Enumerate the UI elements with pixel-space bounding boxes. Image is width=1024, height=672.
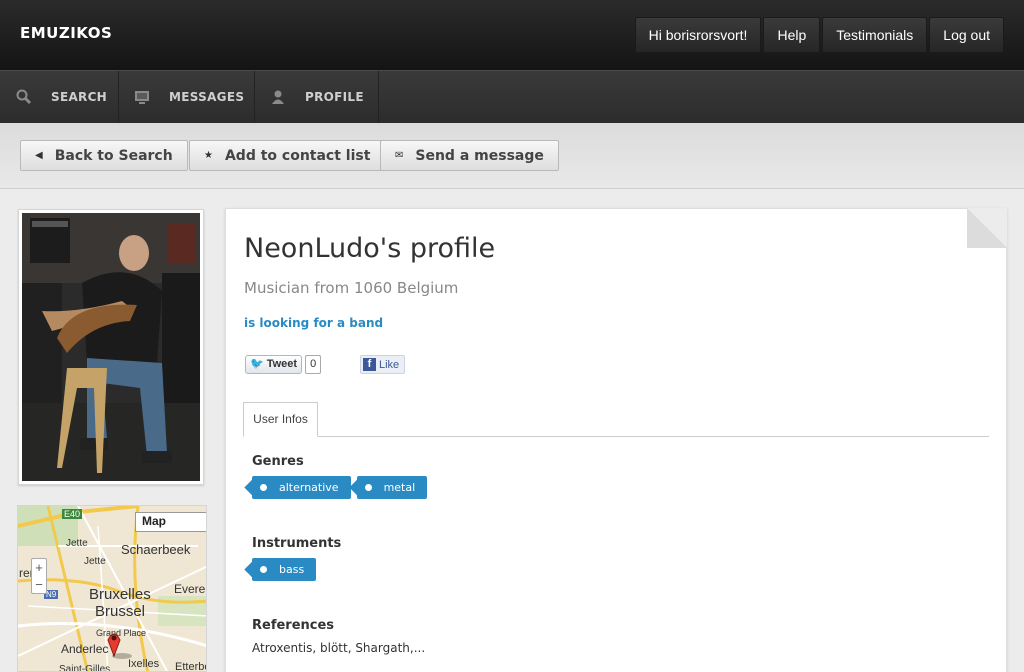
map-label-saint-gilles: Saint-Gilles (59, 664, 111, 672)
tabs-divider (243, 436, 989, 437)
site-logo[interactable]: EMUZIKOS (20, 24, 112, 42)
tweet-count: 0 (305, 355, 322, 374)
chevron-left-icon: ◀ (35, 150, 43, 161)
facebook-like-button[interactable]: f Like (360, 355, 406, 374)
nav-profile-label: PROFILE (305, 90, 364, 104)
genres-tag-list: alternative metal (252, 476, 428, 499)
map-label-ixelles: Ixelles (128, 658, 160, 670)
facebook-icon: f (363, 358, 376, 371)
map-label-anderlecht: Anderlec (61, 642, 109, 656)
profile-title: NeonLudo's profile (244, 233, 496, 264)
nav-profile[interactable]: PROFILE (255, 71, 379, 123)
location-map[interactable]: E40 Jette Jette Schaerbeek ren Evere Bru… (17, 505, 207, 672)
page-fold-corner (967, 208, 1007, 248)
map-label-grand-place: Grand Place (96, 628, 147, 638)
map-type-value: Map (142, 514, 166, 528)
genre-tag[interactable]: metal (356, 476, 428, 499)
genre-tag[interactable]: alternative (252, 476, 351, 499)
map-zoom-control: + − (31, 558, 47, 594)
instruments-heading: Instruments (252, 536, 342, 551)
genres-heading: Genres (252, 454, 304, 469)
nav-search[interactable]: SEARCH (0, 71, 119, 123)
nav-messages-label: MESSAGES (169, 90, 245, 104)
testimonials-link[interactable]: Testimonials (822, 17, 928, 53)
action-bar: ◀ Back to Search ★ Add to contact list ✉… (0, 123, 1024, 189)
profile-card: NeonLudo's profile Musician from 1060 Be… (225, 208, 1007, 672)
map-label-etterbeek: Etterbe (175, 661, 207, 672)
references-text: Atroxentis, blött, Shargath,... (252, 641, 426, 655)
zoom-in-button[interactable]: + (32, 559, 46, 576)
send-message-button[interactable]: ✉ Send a message (380, 140, 559, 171)
top-links: Hi borisrorsvort! Help Testimonials Log … (634, 17, 1004, 53)
looking-for-link[interactable]: is looking for a band (244, 316, 383, 330)
profile-subtitle: Musician from 1060 Belgium (244, 279, 459, 297)
back-to-search-button[interactable]: ◀ Back to Search (20, 140, 188, 171)
map-label-evere: Evere (174, 582, 206, 596)
tweet-widget[interactable]: 🐦 Tweet 0 (245, 355, 322, 374)
tab-user-infos[interactable]: User Infos (243, 402, 318, 437)
main-nav: SEARCH MESSAGES PROFILE (0, 70, 1024, 123)
map-type-select[interactable]: Map ▼ (135, 512, 206, 532)
add-to-contact-list-button[interactable]: ★ Add to contact list (189, 140, 386, 171)
logout-link[interactable]: Log out (929, 17, 1004, 53)
map-label-jette-2: Jette (84, 556, 106, 567)
profile-photo (22, 213, 200, 481)
top-bar: EMUZIKOS Hi borisrorsvort! Help Testimon… (0, 0, 1024, 70)
envelope-icon: ✉ (395, 150, 404, 161)
profile-photo-frame (18, 209, 204, 485)
user-icon (269, 88, 287, 106)
instrument-tag[interactable]: bass (252, 558, 317, 581)
map-label-jette: Jette (66, 538, 88, 549)
tweet-button[interactable]: 🐦 Tweet (245, 355, 303, 374)
nav-messages[interactable]: MESSAGES (119, 71, 255, 123)
map-label-bruxelles: Bruxelles (89, 586, 151, 603)
tweet-label: Tweet (266, 358, 298, 370)
nav-search-label: SEARCH (51, 90, 108, 104)
send-message-label: Send a message (415, 147, 544, 164)
map-label-schaerbeek: Schaerbeek (121, 542, 191, 557)
twitter-bird-icon: 🐦 (250, 358, 264, 370)
map-label-brussel: Brussel (95, 603, 146, 620)
star-icon: ★ (204, 150, 213, 161)
help-link[interactable]: Help (763, 17, 821, 53)
monitor-icon (133, 88, 151, 106)
greeting-user-link[interactable]: Hi borisrorsvort! (634, 17, 762, 53)
instruments-tag-list: bass (252, 558, 317, 581)
add-to-contact-list-label: Add to contact list (224, 147, 371, 164)
map-label-e40: E40 (62, 509, 83, 519)
references-heading: References (252, 618, 335, 633)
facebook-like-label: Like (379, 358, 400, 371)
triangle-down-icon: ▼ (204, 514, 206, 525)
back-to-search-label: Back to Search (54, 147, 173, 164)
search-icon (15, 88, 33, 106)
zoom-out-button[interactable]: − (32, 576, 46, 593)
